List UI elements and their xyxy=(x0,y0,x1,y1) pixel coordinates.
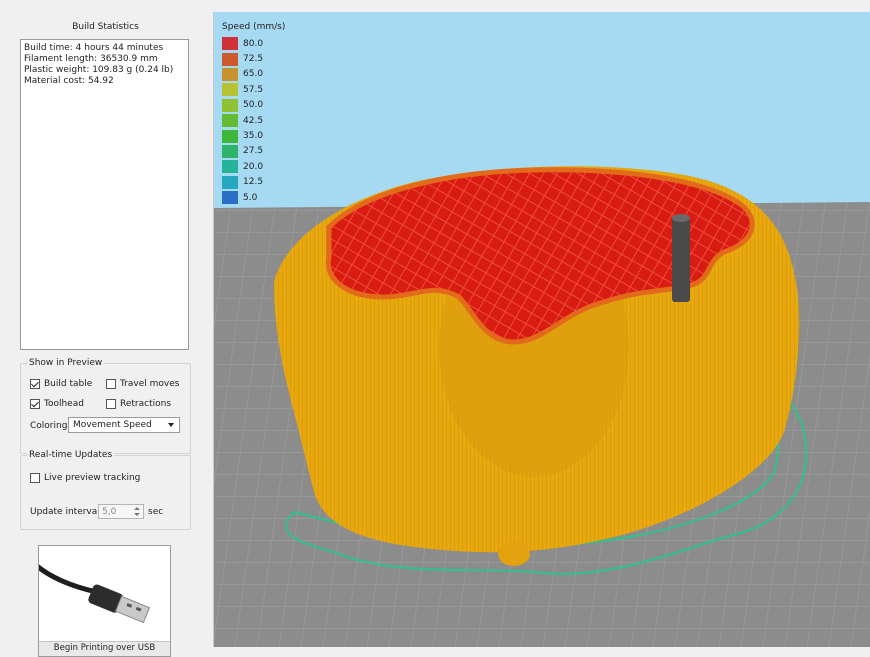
update-interval-value: 5,0 xyxy=(102,507,117,517)
begin-printing-usb-button[interactable]: Begin Printing over USB xyxy=(34,545,171,657)
legend-value: 80.0 xyxy=(243,38,264,49)
chevron-down-icon xyxy=(168,423,174,427)
legend-swatch xyxy=(222,37,238,51)
legend-row: 50.0 xyxy=(222,98,285,113)
live-preview-checkbox[interactable]: Live preview tracking xyxy=(30,473,140,483)
filament-length-text: Filament length: 36530.9 mm xyxy=(24,54,158,64)
build-time-text: Build time: 4 hours 44 minutes xyxy=(24,43,164,53)
begin-printing-usb-label: Begin Printing over USB xyxy=(39,641,170,656)
update-interval-spinbox[interactable]: 5,0 xyxy=(98,504,144,519)
legend-swatch xyxy=(222,67,238,81)
legend-swatch xyxy=(222,52,238,66)
build-table-checkbox[interactable]: Build table xyxy=(30,379,92,389)
plastic-weight-text: Plastic weight: 109.83 g (0.24 lb) xyxy=(24,65,174,75)
legend-swatch xyxy=(222,83,238,97)
travel-moves-checkbox[interactable]: Travel moves xyxy=(106,379,179,389)
travel-moves-check-icon[interactable] xyxy=(106,379,116,389)
realtime-updates-title: Real-time Updates xyxy=(27,450,115,460)
legend-value: 42.5 xyxy=(243,115,264,126)
usb-cable-icon xyxy=(34,563,151,624)
live-preview-label: Live preview tracking xyxy=(44,473,141,483)
travel-moves-label: Travel moves xyxy=(120,379,180,389)
build-table-label: Build table xyxy=(44,379,93,389)
print-nub xyxy=(498,542,530,566)
show-in-preview-title: Show in Preview xyxy=(27,358,105,368)
left-panel: Build Statistics Build time: 4 hours 44 … xyxy=(0,12,214,657)
legend-row: 35.0 xyxy=(222,128,285,143)
legend-swatch xyxy=(222,191,238,205)
update-interval-label: Update interval xyxy=(30,507,100,517)
3d-preview-viewport[interactable]: Speed (mm/s) 80.0 72.5 65.0 57.5 50.0 42.5 35.… xyxy=(214,12,870,647)
toolhead-label: Toolhead xyxy=(44,399,84,409)
toolhead-top xyxy=(672,214,690,222)
speed-legend: Speed (mm/s) 80.0 72.5 65.0 57.5 50.0 42.5 35.… xyxy=(222,22,285,205)
retractions-checkbox[interactable]: Retractions xyxy=(106,399,171,409)
legend-row: 27.5 xyxy=(222,144,285,159)
spin-buttons[interactable] xyxy=(132,506,142,517)
legend-row: 72.5 xyxy=(222,51,285,66)
legend-value: 50.0 xyxy=(243,100,264,111)
coloring-value: Movement Speed xyxy=(73,420,152,430)
legend-value: 57.5 xyxy=(243,84,264,95)
legend-value: 65.0 xyxy=(243,69,264,80)
toolhead-check-icon[interactable] xyxy=(30,399,40,409)
retractions-check-icon[interactable] xyxy=(106,399,116,409)
legend-swatch xyxy=(222,160,238,174)
legend-value: 12.5 xyxy=(243,177,264,188)
legend-value: 27.5 xyxy=(243,146,264,157)
legend-row: 12.5 xyxy=(222,175,285,190)
legend-row: 57.5 xyxy=(222,82,285,97)
legend-title: Speed (mm/s) xyxy=(222,22,286,32)
coloring-label: Coloring xyxy=(30,421,68,431)
legend-row: 65.0 xyxy=(222,67,285,82)
toolhead-marker xyxy=(672,217,690,302)
legend-row: 80.0 xyxy=(222,36,285,51)
legend-value: 72.5 xyxy=(243,54,264,65)
coloring-dropdown[interactable]: Movement Speed xyxy=(68,417,180,433)
build-statistics-box: Build time: 4 hours 44 minutes Filament … xyxy=(20,39,189,350)
legend-value: 35.0 xyxy=(243,131,264,142)
legend-swatch xyxy=(222,144,238,158)
legend-swatch xyxy=(222,175,238,189)
legend-swatch xyxy=(222,98,238,112)
print-preview-scene xyxy=(214,12,870,647)
build-statistics-title: Build Statistics xyxy=(72,22,139,32)
legend-row: 42.5 xyxy=(222,113,285,128)
build-table-check-icon[interactable] xyxy=(30,379,40,389)
spin-down-icon[interactable] xyxy=(134,513,140,516)
legend-value: 20.0 xyxy=(243,161,264,172)
legend-row: 20.0 xyxy=(222,159,285,174)
retractions-label: Retractions xyxy=(120,399,172,409)
material-cost-text: Material cost: 54.92 xyxy=(24,76,114,86)
update-interval-unit: sec xyxy=(148,507,164,517)
spin-up-icon[interactable] xyxy=(134,507,140,510)
legend-swatch xyxy=(222,114,238,128)
live-preview-check-icon[interactable] xyxy=(30,473,40,483)
legend-value: 5.0 xyxy=(243,192,258,203)
toolhead-checkbox[interactable]: Toolhead xyxy=(30,399,84,409)
legend-row: 5.0 xyxy=(222,190,285,205)
legend-swatch xyxy=(222,129,238,143)
